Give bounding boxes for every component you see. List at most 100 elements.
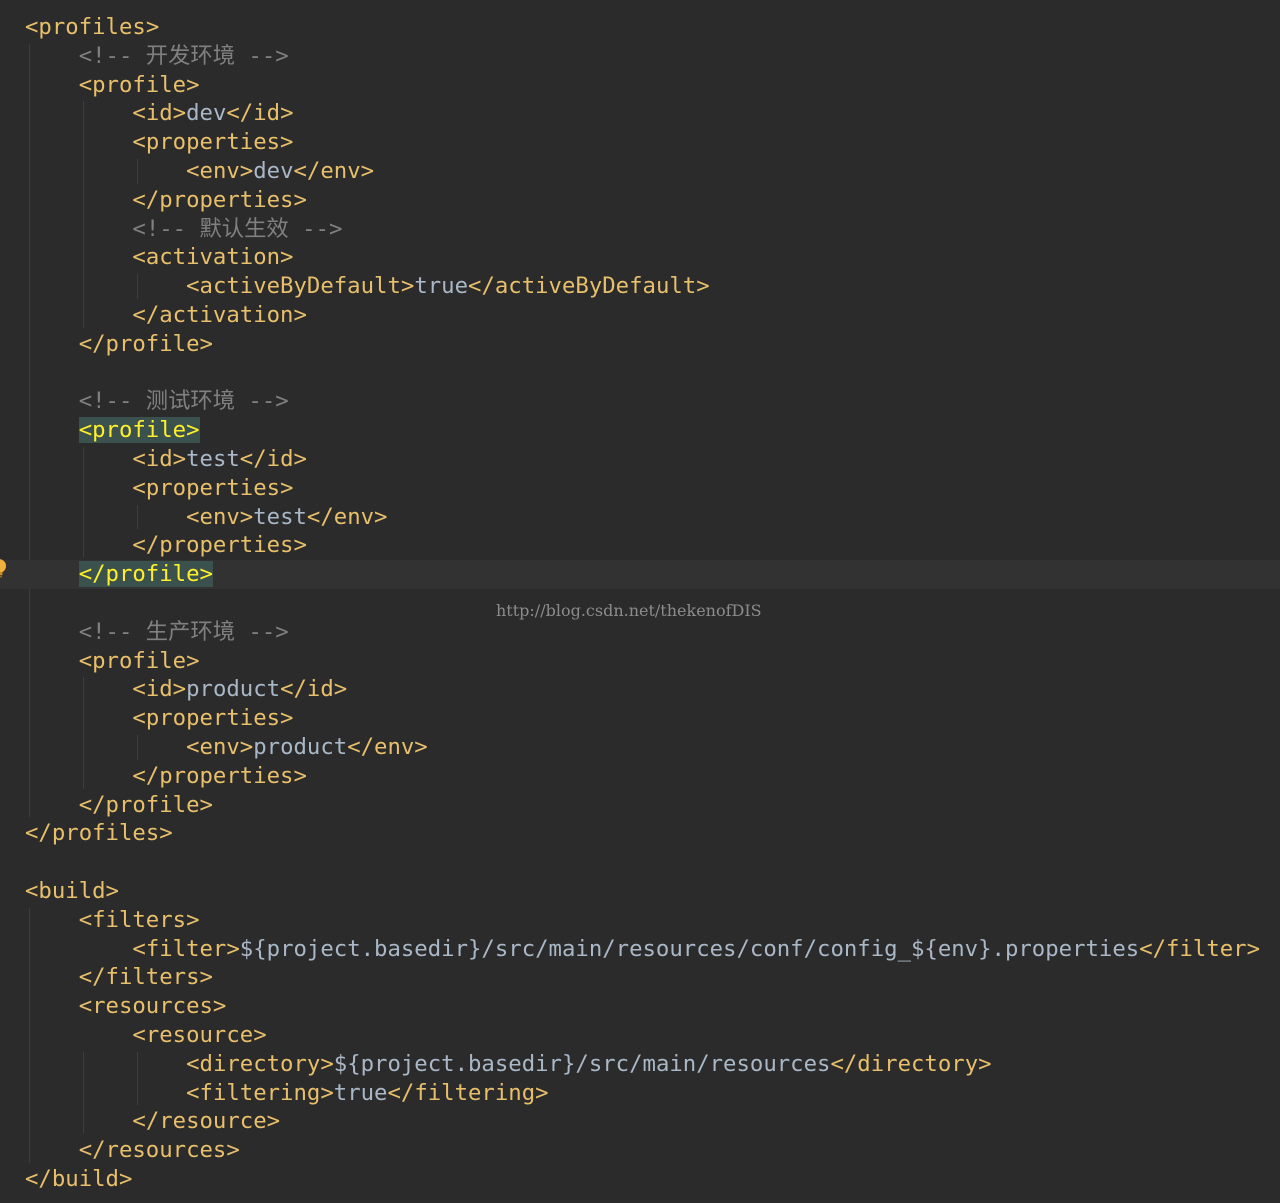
xml-tag: </env> bbox=[306, 503, 388, 530]
code-line-content: <filter>${project.basedir}/src/main/reso… bbox=[132, 935, 1260, 964]
code-line[interactable] bbox=[0, 359, 1280, 388]
code-line-content: </properties> bbox=[132, 531, 307, 560]
xml-tag: </properties> bbox=[132, 762, 307, 789]
xml-tag: <filtering> bbox=[186, 1079, 334, 1106]
code-line[interactable]: <profiles> bbox=[0, 13, 1280, 42]
xml-tag: </id> bbox=[280, 676, 348, 703]
code-line-content: <env>dev</env> bbox=[186, 157, 374, 186]
xml-comment: <!-- 开发环境 --> bbox=[78, 42, 289, 69]
tag-value: test bbox=[253, 503, 307, 530]
code-line[interactable]: <id>dev</id> bbox=[0, 99, 1280, 128]
code-line-content: <!-- 默认生效 --> bbox=[132, 215, 342, 244]
code-line[interactable]: <activation> bbox=[0, 243, 1280, 272]
watermark: http://blog.csdn.net/thekenofDIS bbox=[496, 601, 762, 620]
lightbulb-icon[interactable] bbox=[0, 557, 8, 581]
code-editor[interactable]: <profiles> <!-- 开发环境 --> <profile> <id>dev<… bbox=[0, 0, 1280, 1203]
code-line[interactable]: <properties> bbox=[0, 704, 1280, 733]
code-line-content: <profile> bbox=[79, 647, 200, 676]
code-line[interactable]: <properties> bbox=[0, 474, 1280, 503]
code-line[interactable]: </profile> bbox=[0, 560, 1280, 590]
code-line-content: <profiles> bbox=[25, 13, 159, 42]
code-line-content: <profile> bbox=[78, 416, 200, 445]
code-line[interactable]: <directory>${project.basedir}/src/main/r… bbox=[0, 1050, 1280, 1079]
code-line[interactable]: <resources> bbox=[0, 992, 1280, 1021]
tag-value: dev bbox=[186, 100, 227, 127]
xml-comment: <!-- 测试环境 --> bbox=[78, 388, 289, 415]
xml-tag: </properties> bbox=[132, 532, 307, 559]
code-line[interactable]: </filters> bbox=[0, 963, 1280, 992]
code-line[interactable]: <!-- 默认生效 --> bbox=[0, 215, 1280, 244]
code-line[interactable]: <env>product</env> bbox=[0, 733, 1280, 762]
code-line[interactable]: <build> bbox=[0, 877, 1280, 906]
code-line[interactable]: <!-- 测试环境 --> bbox=[0, 387, 1280, 416]
code-line[interactable]: </properties> bbox=[0, 531, 1280, 560]
code-line-content: <directory>${project.basedir}/src/main/r… bbox=[186, 1050, 991, 1079]
code-line[interactable]: <activeByDefault>true</activeByDefault> bbox=[0, 272, 1280, 301]
code-line[interactable]: </profile> bbox=[0, 791, 1280, 820]
xml-tag: </resources> bbox=[78, 1137, 240, 1164]
code-line[interactable]: <!-- 开发环境 --> bbox=[0, 42, 1280, 71]
matched-tag: <profile> bbox=[78, 417, 200, 444]
code-line[interactable] bbox=[0, 848, 1280, 877]
code-line[interactable]: <env>test</env> bbox=[0, 503, 1280, 532]
code-line[interactable]: <filters> bbox=[0, 906, 1280, 935]
code-line-content: <id>test</id> bbox=[132, 445, 307, 474]
xml-comment: <!-- 默认生效 --> bbox=[132, 215, 343, 242]
xml-tag: </filtering> bbox=[387, 1079, 549, 1106]
code-line[interactable]: </build> bbox=[0, 1165, 1280, 1194]
code-line[interactable]: <profile> bbox=[0, 647, 1280, 676]
code-line-content: </profile> bbox=[78, 560, 213, 589]
code-line-content: <build> bbox=[25, 877, 119, 906]
code-line-content: </resources> bbox=[79, 1136, 240, 1165]
code-line[interactable]: </properties> bbox=[0, 762, 1280, 791]
code-line[interactable]: <filtering>true</filtering> bbox=[0, 1079, 1280, 1108]
code-line[interactable]: <filter>${project.basedir}/src/main/reso… bbox=[0, 935, 1280, 964]
xml-tag: <env> bbox=[186, 503, 254, 530]
xml-tag: </profile> bbox=[78, 330, 213, 357]
xml-tag: <build> bbox=[25, 878, 119, 904]
code-line-content: <properties> bbox=[132, 128, 293, 157]
code-line[interactable]: <profile> bbox=[0, 71, 1280, 100]
matched-tag: </profile> bbox=[78, 561, 213, 588]
xml-tag: <profile> bbox=[78, 71, 200, 98]
code-line-content: <profile> bbox=[79, 71, 200, 100]
code-line[interactable]: </resources> bbox=[0, 1136, 1280, 1165]
code-line[interactable]: </resource> bbox=[0, 1107, 1280, 1136]
code-line[interactable]: <id>product</id> bbox=[0, 675, 1280, 704]
code-line[interactable]: </activation> bbox=[0, 301, 1280, 330]
code-line-content: </resource> bbox=[132, 1107, 280, 1136]
tag-value: ${project.basedir}/src/main/resources/co… bbox=[239, 935, 1140, 962]
code-line-content: <resource> bbox=[132, 1021, 266, 1050]
code-line[interactable]: </profiles> bbox=[0, 819, 1280, 848]
xml-tag: </env> bbox=[293, 158, 375, 184]
xml-tag: <activation> bbox=[132, 244, 294, 271]
code-line[interactable]: <id>test</id> bbox=[0, 445, 1280, 474]
code-line-content: <properties> bbox=[132, 474, 293, 503]
xml-tag: <properties> bbox=[132, 129, 294, 156]
xml-tag: </profile> bbox=[78, 791, 213, 818]
xml-tag: <directory> bbox=[186, 1050, 334, 1077]
xml-comment: <!-- 生产环境 --> bbox=[78, 618, 289, 645]
xml-tag: <properties> bbox=[132, 705, 294, 732]
code-line[interactable]: </properties> bbox=[0, 186, 1280, 215]
xml-tag: </build> bbox=[25, 1166, 133, 1192]
code-line[interactable]: <!-- 生产环境 --> bbox=[0, 618, 1280, 647]
code-line[interactable]: <properties> bbox=[0, 128, 1280, 157]
code-line-content: </build> bbox=[25, 1165, 132, 1194]
code-line[interactable]: <profile> bbox=[0, 416, 1280, 445]
code-line[interactable]: <resource> bbox=[0, 1021, 1280, 1050]
xml-tag: </activeByDefault> bbox=[468, 273, 710, 300]
code-line-content: </properties> bbox=[132, 186, 307, 215]
code-line-content: <activation> bbox=[132, 243, 293, 272]
code-line[interactable]: <env>dev</env> bbox=[0, 157, 1280, 186]
code-line-content: <env>product</env> bbox=[186, 733, 428, 762]
code-line[interactable]: </profile> bbox=[0, 330, 1280, 359]
code-line-content: <resources> bbox=[79, 992, 227, 1021]
xml-tag: </resource> bbox=[132, 1108, 281, 1135]
code-line-content: <filtering>true</filtering> bbox=[186, 1079, 548, 1108]
code-line-content: </properties> bbox=[132, 762, 307, 791]
xml-tag: </filters> bbox=[78, 964, 213, 991]
code-line-content: </profiles> bbox=[25, 819, 173, 848]
code-line-content: </profile> bbox=[79, 330, 213, 359]
code-line-content: <!-- 测试环境 --> bbox=[79, 387, 289, 416]
